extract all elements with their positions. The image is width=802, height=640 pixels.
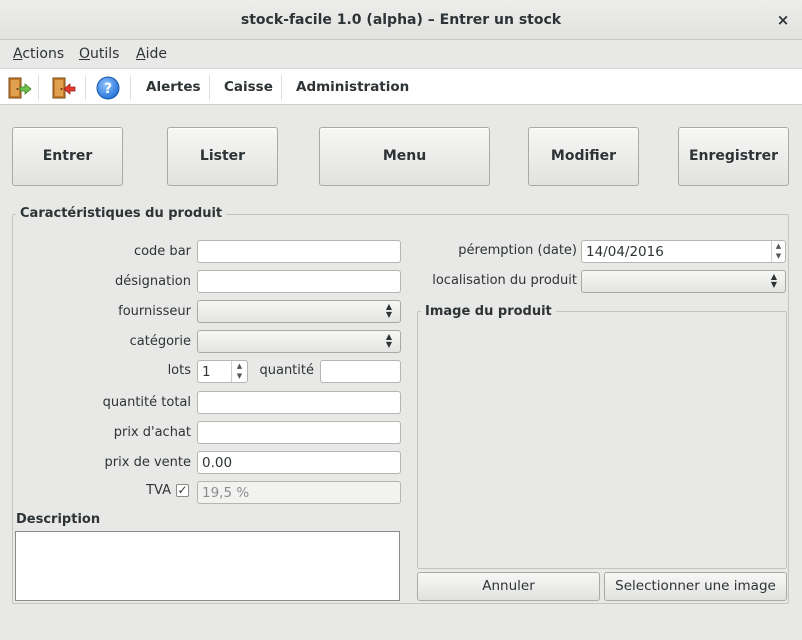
- spin-arrows-icon[interactable]: ▲ ▼: [231, 361, 247, 382]
- enter-door-icon[interactable]: [8, 76, 32, 100]
- expiry-spinbox[interactable]: 14/04/2016 ▲ ▼: [581, 240, 786, 263]
- menu-aide[interactable]: Aide: [136, 46, 167, 62]
- toolbar-separator: [209, 75, 210, 100]
- select-image-button[interactable]: Selectionner une image: [604, 572, 787, 601]
- toolbar-separator: [130, 75, 131, 100]
- purchase-price-label: prix d'achat: [113, 425, 191, 440]
- modify-button[interactable]: Modifier: [528, 127, 639, 186]
- vat-label: TVA: [146, 483, 171, 498]
- supplier-select[interactable]: ▲ ▼: [197, 300, 401, 323]
- toolbar-alertes[interactable]: Alertes: [146, 79, 201, 95]
- menu-outils[interactable]: Outils: [79, 46, 119, 62]
- menubar: Actions Outils Aide: [0, 42, 802, 68]
- expiry-label: péremption (date): [458, 243, 577, 258]
- total-quantity-input[interactable]: [197, 391, 401, 414]
- exit-door-icon[interactable]: [52, 76, 76, 100]
- designation-label: désignation: [115, 274, 191, 289]
- total-quantity-label: quantité total: [102, 395, 191, 410]
- toolbar-separator: [281, 75, 282, 100]
- purchase-price-input[interactable]: [197, 421, 401, 444]
- expiry-value: 14/04/2016: [586, 244, 664, 260]
- menu-actions[interactable]: Actions: [13, 46, 64, 62]
- lots-value: 1: [202, 364, 211, 380]
- spin-arrows-icon[interactable]: ▲ ▼: [771, 241, 785, 262]
- window-title: stock-facile 1.0 (alpha) – Entrer un sto…: [240, 12, 562, 28]
- toolbar-separator: [38, 75, 39, 100]
- toolbar: ? Alertes Caisse Administration: [0, 68, 802, 105]
- image-section-title: Image du produit: [421, 304, 556, 319]
- updown-arrows-icon: ▲ ▼: [385, 302, 393, 319]
- vat-rate-input: 19,5 %: [197, 481, 401, 504]
- svg-text:?: ?: [104, 81, 112, 97]
- save-button[interactable]: Enregistrer: [678, 127, 789, 186]
- sale-price-input[interactable]: 0.00: [197, 451, 401, 474]
- toolbar-separator: [85, 75, 86, 100]
- menu-button[interactable]: Menu: [319, 127, 490, 186]
- help-icon[interactable]: ?: [96, 76, 120, 100]
- supplier-label: fournisseur: [118, 304, 191, 319]
- lots-label: lots: [167, 363, 191, 378]
- description-label: Description: [16, 512, 101, 527]
- toolbar-administration[interactable]: Administration: [296, 79, 409, 95]
- barcode-label: code bar: [133, 244, 191, 259]
- toolbar-caisse[interactable]: Caisse: [224, 79, 273, 95]
- sale-price-label: prix de vente: [104, 455, 191, 470]
- description-textarea[interactable]: [15, 531, 400, 601]
- cancel-button[interactable]: Annuler: [417, 572, 600, 601]
- vat-checkbox[interactable]: ✓: [176, 484, 189, 497]
- category-select[interactable]: ▲ ▼: [197, 330, 401, 353]
- enter-button[interactable]: Entrer: [12, 127, 123, 186]
- quantity-input[interactable]: [320, 360, 401, 383]
- designation-input[interactable]: [197, 270, 401, 293]
- location-select[interactable]: ▲ ▼: [581, 270, 786, 293]
- category-label: catégorie: [129, 334, 191, 349]
- location-label: localisation du produit: [432, 273, 577, 288]
- quantity-label: quantité: [259, 363, 314, 378]
- close-window-button[interactable]: ×: [774, 11, 792, 29]
- updown-arrows-icon: ▲ ▼: [385, 332, 393, 349]
- image-frame: [417, 311, 787, 569]
- list-button[interactable]: Lister: [167, 127, 278, 186]
- lots-spinbox[interactable]: 1 ▲ ▼: [197, 360, 248, 383]
- barcode-input[interactable]: [197, 240, 401, 263]
- updown-arrows-icon: ▲ ▼: [770, 272, 778, 289]
- product-section-title: Caractéristiques du produit: [16, 206, 227, 221]
